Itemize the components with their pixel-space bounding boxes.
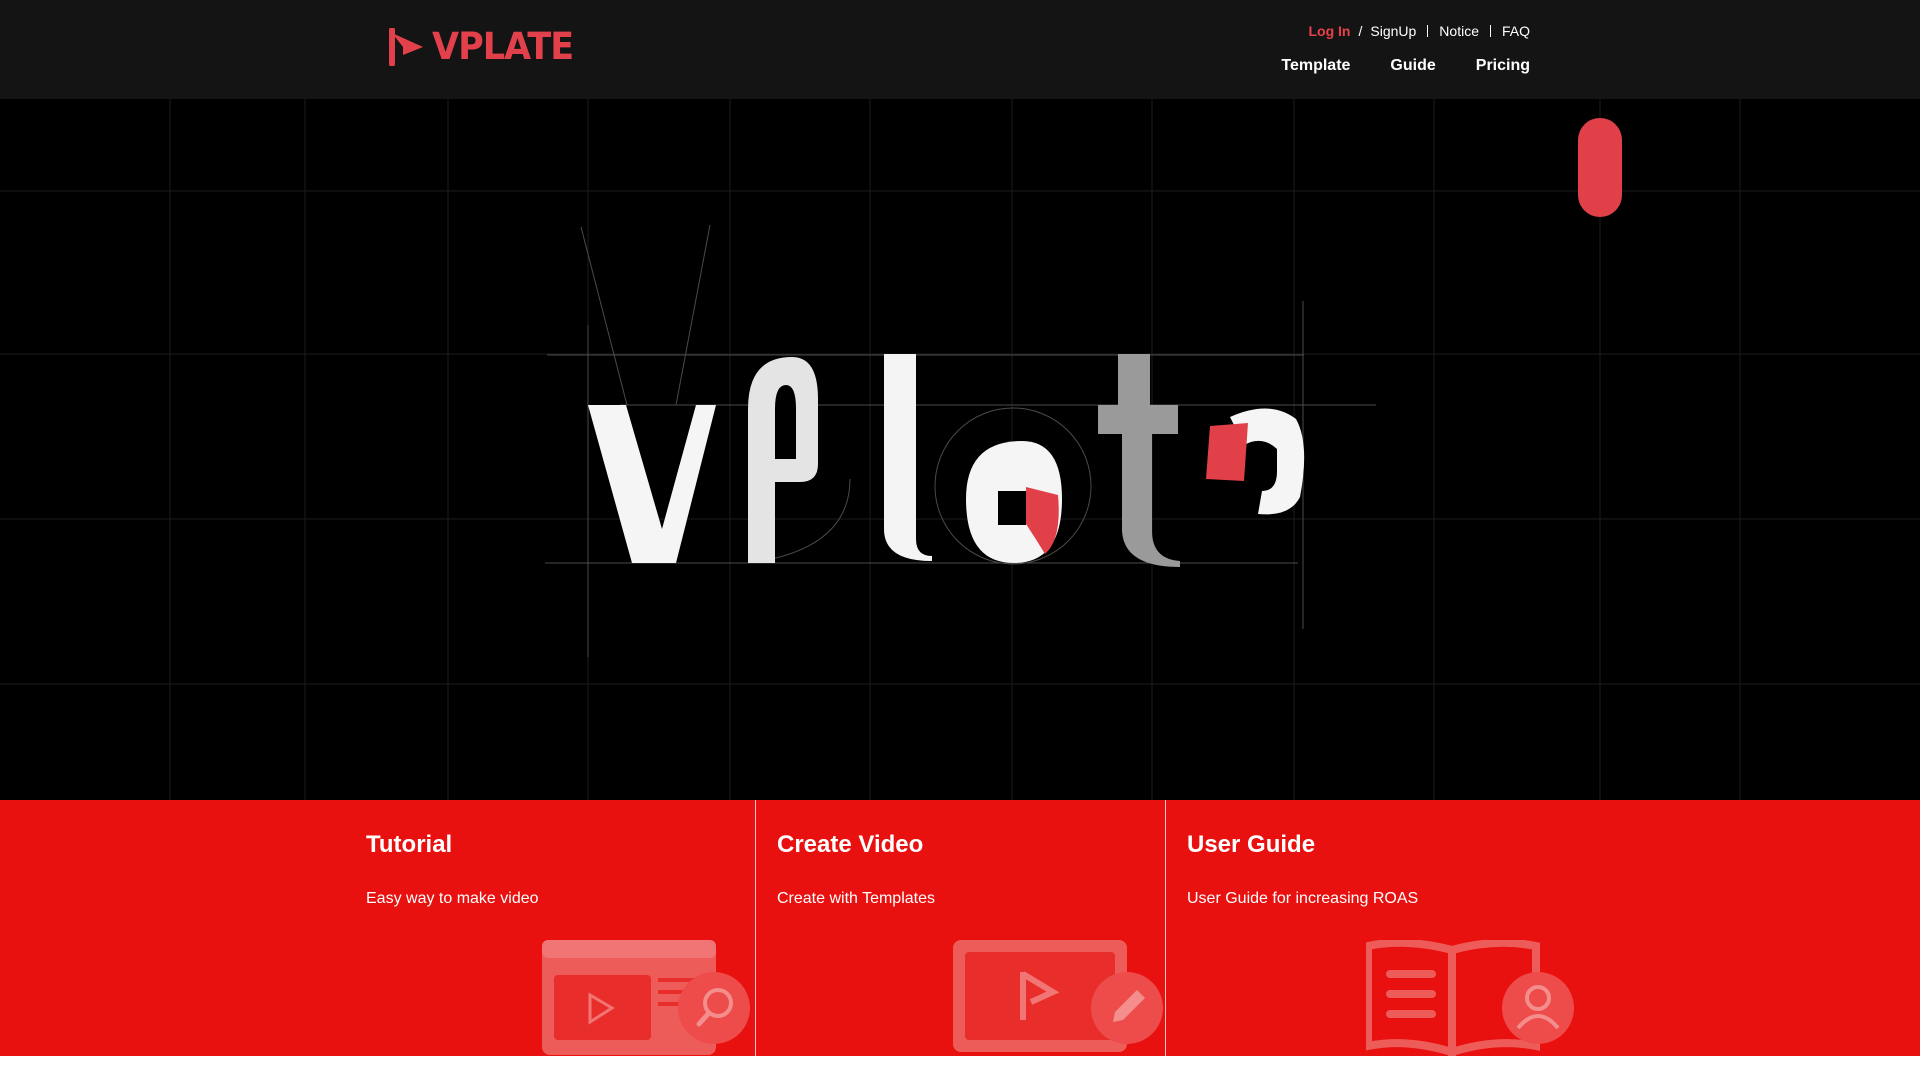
divider <box>1427 25 1429 37</box>
page-bottom-edge <box>0 1056 1920 1080</box>
card-description: Create with Templates <box>777 890 935 907</box>
card-title: User Guide <box>1187 831 1316 858</box>
faq-link[interactable]: FAQ <box>1502 23 1530 39</box>
tutorial-card[interactable]: Tutorial Easy way to make video <box>345 800 755 1056</box>
divider <box>1489 25 1491 37</box>
card-description: User Guide for increasing ROAS <box>1187 890 1419 907</box>
signup-link[interactable]: SignUp <box>1370 23 1416 39</box>
site-header: VPLATE Log In / SignUp Notice FAQ Templa… <box>0 0 1920 99</box>
card-title: Create Video <box>777 831 924 858</box>
card-title: Tutorial <box>366 831 453 858</box>
play-flag-icon <box>389 28 423 66</box>
video-search-icon <box>542 940 750 1055</box>
vplate-wordmark <box>545 224 1376 657</box>
login-separator: / <box>1358 23 1363 39</box>
nav-guide[interactable]: Guide <box>1390 57 1435 75</box>
nav-pricing[interactable]: Pricing <box>1476 57 1530 75</box>
nav-template[interactable]: Template <box>1281 57 1350 75</box>
feature-band: Tutorial Easy way to make video Create V… <box>0 800 1920 1056</box>
utility-links: Log In / SignUp Notice FAQ <box>1308 23 1530 39</box>
video-edit-icon <box>953 940 1163 1052</box>
book-user-icon <box>1366 940 1574 1056</box>
login-link[interactable]: Log In <box>1308 23 1350 39</box>
scroll-indicator[interactable] <box>1578 118 1622 217</box>
logo-text: VPLATE <box>432 25 574 69</box>
card-description: Easy way to make video <box>366 890 539 907</box>
site-logo[interactable]: VPLATE <box>389 25 574 69</box>
hero-section <box>0 99 1920 800</box>
user-guide-card[interactable]: User Guide User Guide for increasing ROA… <box>1165 800 1585 1056</box>
notice-link[interactable]: Notice <box>1439 23 1479 39</box>
create-video-card[interactable]: Create Video Create with Templates <box>755 800 1165 1056</box>
main-nav: Template Guide Pricing <box>1281 57 1530 75</box>
